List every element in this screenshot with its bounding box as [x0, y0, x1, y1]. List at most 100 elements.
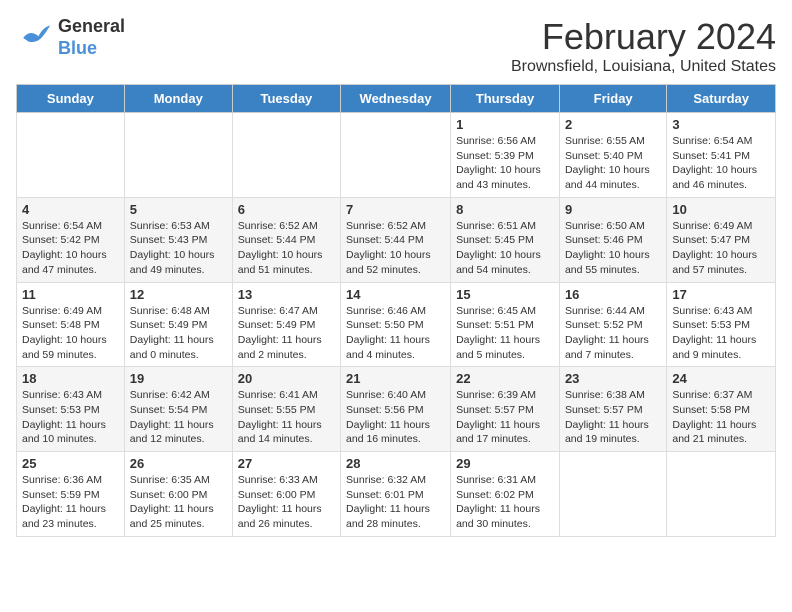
col-saturday: Saturday — [667, 85, 776, 113]
day-number: 24 — [672, 371, 770, 386]
day-number: 15 — [456, 287, 554, 302]
day-cell: 16 Sunrise: 6:44 AM Sunset: 5:52 PM Dayli… — [559, 282, 666, 367]
day-cell: 29Sunrise: 6:31 AM Sunset: 6:02 PM Dayli… — [451, 452, 560, 537]
day-cell: 10 Sunrise: 6:49 AM Sunset: 5:47 PM Dayli… — [667, 197, 776, 282]
day-number: 10 — [672, 202, 770, 217]
day-cell: 13Sunrise: 6:47 AM Sunset: 5:49 PM Dayli… — [232, 282, 340, 367]
day-info: Sunrise: 6:43 AM Sunset: 5:53 PM Dayligh… — [22, 388, 119, 447]
day-cell — [667, 452, 776, 537]
day-cell: 6Sunrise: 6:52 AM Sunset: 5:44 PM Daylig… — [232, 197, 340, 282]
day-number: 8 — [456, 202, 554, 217]
day-info: Sunrise: 6:40 AM Sunset: 5:56 PM Dayligh… — [346, 388, 445, 447]
day-number: 27 — [238, 456, 335, 471]
day-info: Sunrise: 6:52 AM Sunset: 5:44 PM Dayligh… — [346, 219, 445, 278]
day-info: Sunrise: 6:43 AM Sunset: 5:53 PM Dayligh… — [672, 304, 770, 363]
header-row: Sunday Monday Tuesday Wednesday Thursday… — [17, 85, 776, 113]
week-row-1: 1 Sunrise: 6:56 AM Sunset: 5:39 PM Daylig… — [17, 113, 776, 198]
calendar-header: Sunday Monday Tuesday Wednesday Thursday… — [17, 85, 776, 113]
header: General Blue February 2024 Brownsfield, … — [16, 16, 776, 76]
day-cell: 14 Sunrise: 6:46 AM Sunset: 5:50 PM Dayli… — [341, 282, 451, 367]
day-info: Sunrise: 6:42 AM Sunset: 5:54 PM Dayligh… — [130, 388, 227, 447]
week-row-5: 25 Sunrise: 6:36 AM Sunset: 5:59 PM Dayli… — [17, 452, 776, 537]
day-number: 21 — [346, 371, 445, 386]
day-info: Sunrise: 6:44 AM Sunset: 5:52 PM Dayligh… — [565, 304, 661, 363]
day-info: Sunrise: 6:48 AM Sunset: 5:49 PM Dayligh… — [130, 304, 227, 363]
logo: General Blue — [16, 16, 125, 59]
day-cell — [124, 113, 232, 198]
week-row-2: 4 Sunrise: 6:54 AM Sunset: 5:42 PM Daylig… — [17, 197, 776, 282]
calendar-subtitle: Brownsfield, Louisiana, United States — [511, 58, 776, 76]
day-info: Sunrise: 6:33 AM Sunset: 6:00 PM Dayligh… — [238, 473, 335, 532]
day-cell — [341, 113, 451, 198]
day-number: 4 — [22, 202, 119, 217]
day-number: 26 — [130, 456, 227, 471]
day-number: 11 — [22, 287, 119, 302]
day-info: Sunrise: 6:53 AM Sunset: 5:43 PM Dayligh… — [130, 219, 227, 278]
logo-text: General Blue — [58, 16, 125, 59]
col-monday: Monday — [124, 85, 232, 113]
day-number: 25 — [22, 456, 119, 471]
day-info: Sunrise: 6:38 AM Sunset: 5:57 PM Dayligh… — [565, 388, 661, 447]
day-info: Sunrise: 6:49 AM Sunset: 5:47 PM Dayligh… — [672, 219, 770, 278]
day-cell: 12 Sunrise: 6:48 AM Sunset: 5:49 PM Dayli… — [124, 282, 232, 367]
day-info: Sunrise: 6:39 AM Sunset: 5:57 PM Dayligh… — [456, 388, 554, 447]
day-cell: 1 Sunrise: 6:56 AM Sunset: 5:39 PM Daylig… — [451, 113, 560, 198]
day-cell — [559, 452, 666, 537]
day-cell — [17, 113, 125, 198]
day-cell: 2 Sunrise: 6:55 AM Sunset: 5:40 PM Daylig… — [559, 113, 666, 198]
day-info: Sunrise: 6:32 AM Sunset: 6:01 PM Dayligh… — [346, 473, 445, 532]
day-number: 6 — [238, 202, 335, 217]
day-cell: 21 Sunrise: 6:40 AM Sunset: 5:56 PM Dayli… — [341, 367, 451, 452]
day-info: Sunrise: 6:41 AM Sunset: 5:55 PM Dayligh… — [238, 388, 335, 447]
calendar-body: 1 Sunrise: 6:56 AM Sunset: 5:39 PM Daylig… — [17, 113, 776, 537]
week-row-4: 18 Sunrise: 6:43 AM Sunset: 5:53 PM Dayli… — [17, 367, 776, 452]
calendar-title: February 2024 — [511, 16, 776, 58]
day-cell: 24 Sunrise: 6:37 AM Sunset: 5:58 PM Dayli… — [667, 367, 776, 452]
col-wednesday: Wednesday — [341, 85, 451, 113]
day-cell: 25 Sunrise: 6:36 AM Sunset: 5:59 PM Dayli… — [17, 452, 125, 537]
day-info: Sunrise: 6:50 AM Sunset: 5:46 PM Dayligh… — [565, 219, 661, 278]
day-cell: 7 Sunrise: 6:52 AM Sunset: 5:44 PM Daylig… — [341, 197, 451, 282]
day-number: 20 — [238, 371, 335, 386]
title-area: February 2024 Brownsfield, Louisiana, Un… — [511, 16, 776, 76]
day-number: 5 — [130, 202, 227, 217]
day-info: Sunrise: 6:36 AM Sunset: 5:59 PM Dayligh… — [22, 473, 119, 532]
day-number: 18 — [22, 371, 119, 386]
calendar-table: Sunday Monday Tuesday Wednesday Thursday… — [16, 84, 776, 537]
logo-line2: Blue — [58, 38, 125, 60]
col-friday: Friday — [559, 85, 666, 113]
day-cell: 20 Sunrise: 6:41 AM Sunset: 5:55 PM Dayli… — [232, 367, 340, 452]
day-number: 1 — [456, 117, 554, 132]
day-cell: 17 Sunrise: 6:43 AM Sunset: 5:53 PM Dayli… — [667, 282, 776, 367]
day-info: Sunrise: 6:51 AM Sunset: 5:45 PM Dayligh… — [456, 219, 554, 278]
day-number: 14 — [346, 287, 445, 302]
day-cell: 18 Sunrise: 6:43 AM Sunset: 5:53 PM Dayli… — [17, 367, 125, 452]
day-number: 23 — [565, 371, 661, 386]
day-cell: 23 Sunrise: 6:38 AM Sunset: 5:57 PM Dayli… — [559, 367, 666, 452]
day-cell: 19Sunrise: 6:42 AM Sunset: 5:54 PM Dayli… — [124, 367, 232, 452]
day-number: 2 — [565, 117, 661, 132]
day-info: Sunrise: 6:56 AM Sunset: 5:39 PM Dayligh… — [456, 134, 554, 193]
day-info: Sunrise: 6:54 AM Sunset: 5:42 PM Dayligh… — [22, 219, 119, 278]
day-cell: 22Sunrise: 6:39 AM Sunset: 5:57 PM Dayli… — [451, 367, 560, 452]
day-number: 3 — [672, 117, 770, 132]
day-number: 9 — [565, 202, 661, 217]
day-cell — [232, 113, 340, 198]
col-tuesday: Tuesday — [232, 85, 340, 113]
day-number: 7 — [346, 202, 445, 217]
logo-line1: General — [58, 16, 125, 38]
day-info: Sunrise: 6:55 AM Sunset: 5:40 PM Dayligh… — [565, 134, 661, 193]
day-cell: 5 Sunrise: 6:53 AM Sunset: 5:43 PM Daylig… — [124, 197, 232, 282]
day-cell: 3 Sunrise: 6:54 AM Sunset: 5:41 PM Daylig… — [667, 113, 776, 198]
day-cell: 15Sunrise: 6:45 AM Sunset: 5:51 PM Dayli… — [451, 282, 560, 367]
day-info: Sunrise: 6:54 AM Sunset: 5:41 PM Dayligh… — [672, 134, 770, 193]
day-number: 12 — [130, 287, 227, 302]
day-number: 16 — [565, 287, 661, 302]
day-number: 17 — [672, 287, 770, 302]
day-info: Sunrise: 6:47 AM Sunset: 5:49 PM Dayligh… — [238, 304, 335, 363]
day-info: Sunrise: 6:46 AM Sunset: 5:50 PM Dayligh… — [346, 304, 445, 363]
week-row-3: 11 Sunrise: 6:49 AM Sunset: 5:48 PM Dayli… — [17, 282, 776, 367]
day-info: Sunrise: 6:49 AM Sunset: 5:48 PM Dayligh… — [22, 304, 119, 363]
day-info: Sunrise: 6:37 AM Sunset: 5:58 PM Dayligh… — [672, 388, 770, 447]
day-info: Sunrise: 6:31 AM Sunset: 6:02 PM Dayligh… — [456, 473, 554, 532]
